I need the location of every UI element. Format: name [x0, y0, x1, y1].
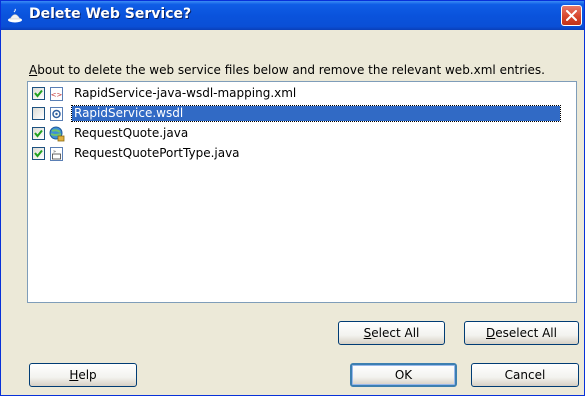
app-cup-icon	[8, 8, 22, 23]
help-button[interactable]: Help	[29, 363, 137, 387]
checkmark-icon	[34, 149, 43, 158]
file-list[interactable]: <> RapidService-java-wsdl-mapping.xml Ra…	[27, 81, 577, 303]
file-checkbox[interactable]	[32, 147, 45, 160]
delete-web-service-dialog: Delete Web Service? About to delete the …	[0, 0, 585, 396]
svg-text:»: »	[53, 149, 56, 155]
file-checkbox[interactable]	[32, 87, 45, 100]
wsdl-file-icon	[50, 107, 63, 121]
list-item[interactable]: <> RapidService-java-wsdl-mapping.xml	[29, 84, 575, 104]
checkmark-icon	[34, 89, 43, 98]
dialog-title: Delete Web Service?	[29, 6, 192, 22]
checkmark-icon	[34, 129, 43, 138]
ok-button[interactable]: OK	[350, 363, 457, 387]
list-item[interactable]: RequestQuote.java	[29, 124, 575, 144]
list-item-selected[interactable]: RapidService.wsdl	[29, 104, 575, 124]
file-name[interactable]: RequestQuotePortType.java	[72, 146, 242, 160]
close-button[interactable]	[561, 5, 582, 26]
cancel-button[interactable]: Cancel	[471, 363, 579, 387]
description-text: About to delete the web service files be…	[29, 63, 545, 77]
file-name[interactable]: RequestQuote.java	[72, 126, 190, 140]
title-bar[interactable]: Delete Web Service?	[1, 1, 584, 30]
list-item[interactable]: » RequestQuotePortType.java	[29, 144, 575, 164]
select-all-button[interactable]: Select All	[338, 321, 445, 345]
file-name[interactable]: RapidService.wsdl	[71, 105, 561, 122]
file-name[interactable]: RapidService-java-wsdl-mapping.xml	[72, 86, 298, 100]
file-checkbox[interactable]	[32, 107, 45, 120]
file-checkbox[interactable]	[32, 127, 45, 140]
java-interface-icon: »	[50, 147, 63, 161]
xml-file-icon: <>	[50, 87, 63, 101]
close-icon	[566, 10, 577, 21]
svg-text:<>: <>	[51, 91, 63, 99]
web-service-class-icon	[49, 126, 65, 142]
deselect-all-button[interactable]: Deselect All	[464, 321, 579, 345]
